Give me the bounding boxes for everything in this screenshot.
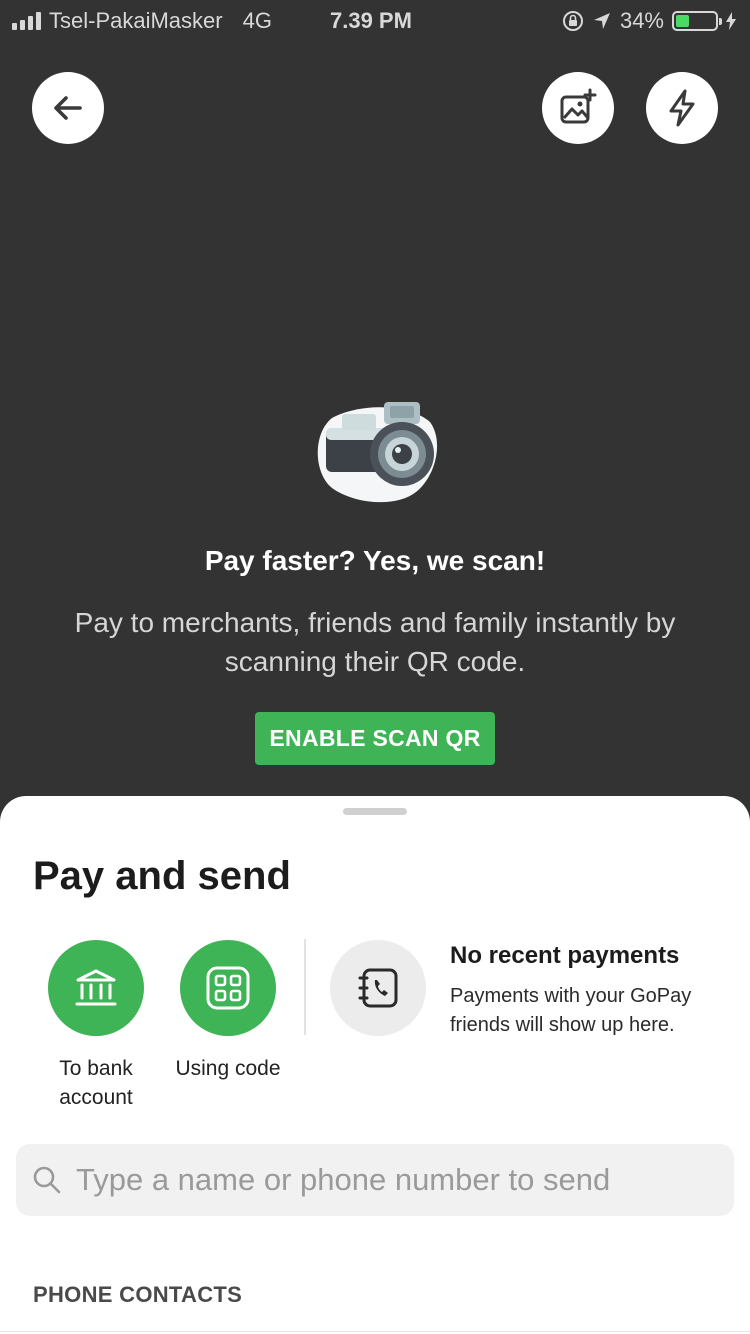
camera-illustration bbox=[317, 402, 438, 503]
carrier-name: Tsel-PakaiMasker bbox=[49, 8, 223, 33]
network-type: 4G bbox=[242, 8, 272, 33]
search-input[interactable] bbox=[76, 1162, 716, 1198]
bottom-divider bbox=[0, 1331, 750, 1332]
contact-book-icon bbox=[358, 968, 398, 1008]
enable-scan-qr-button[interactable]: ENABLE SCAN QR bbox=[255, 712, 495, 765]
back-button[interactable] bbox=[32, 72, 104, 144]
search-icon bbox=[33, 1166, 61, 1194]
arrow-left-icon bbox=[54, 96, 82, 120]
contact-book-button[interactable] bbox=[330, 940, 426, 1036]
sheet-title: Pay and send bbox=[33, 854, 291, 898]
orientation-lock-icon bbox=[562, 11, 583, 31]
location-arrow-icon bbox=[593, 13, 610, 29]
to-bank-account-button[interactable]: To bank account bbox=[31, 940, 161, 1112]
recent-payments-description: Payments with your GoPay friends will sh… bbox=[450, 985, 692, 1036]
add-image-icon bbox=[560, 88, 597, 124]
code-action-circle[interactable] bbox=[180, 940, 276, 1036]
phone-contacts-heading: PHONE CONTACTS bbox=[33, 1282, 243, 1307]
charging-bolt-icon bbox=[726, 12, 736, 30]
sheet-drag-handle[interactable] bbox=[343, 808, 407, 815]
actions-divider bbox=[304, 939, 306, 1035]
battery-level bbox=[676, 15, 689, 27]
status-right: 34% bbox=[562, 8, 736, 34]
scan-title: Pay faster? Yes, we scan! bbox=[204, 545, 546, 576]
status-time: 7.39 PM bbox=[330, 8, 412, 33]
flash-icon bbox=[669, 89, 695, 127]
battery-percent: 34% bbox=[619, 8, 664, 33]
search-field[interactable] bbox=[16, 1144, 734, 1216]
code-grid-icon bbox=[206, 966, 250, 1010]
pay-and-send-sheet: Pay and send To bank account Using code bbox=[0, 796, 750, 1334]
status-left: Tsel-PakaiMasker 4G bbox=[12, 8, 272, 34]
scan-description: Pay to merchants, friends and family ins… bbox=[74, 607, 676, 677]
to-bank-account-label: To bank account bbox=[59, 1057, 133, 1109]
battery-icon bbox=[672, 11, 722, 31]
recent-payments-title: No recent payments bbox=[450, 942, 680, 969]
signal-icon bbox=[12, 12, 41, 30]
gallery-button[interactable] bbox=[542, 72, 614, 144]
using-code-label: Using code bbox=[175, 1057, 281, 1080]
flash-button[interactable] bbox=[646, 72, 718, 144]
using-code-button[interactable]: Using code bbox=[163, 940, 293, 1083]
bank-icon bbox=[75, 969, 117, 1006]
status-bar: Tsel-PakaiMasker 4G 7.39 PM 34% bbox=[0, 0, 750, 40]
bank-action-circle[interactable] bbox=[48, 940, 144, 1036]
